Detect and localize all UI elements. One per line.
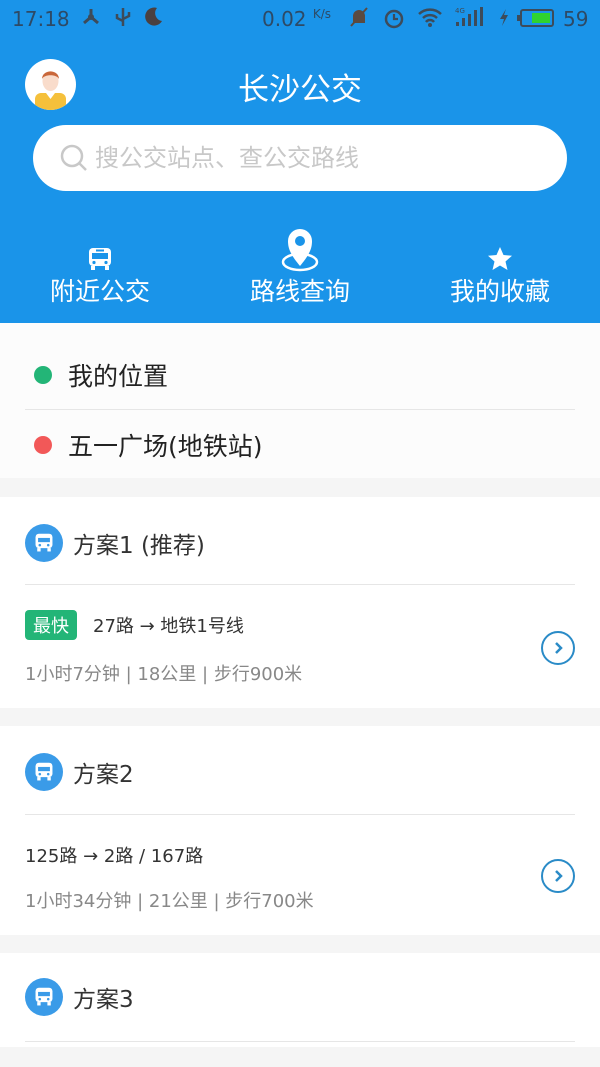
- search-bar[interactable]: [33, 125, 567, 191]
- net-speed: 0.02 K/s: [262, 7, 331, 31]
- end-location[interactable]: 五一广场(地铁站): [34, 425, 263, 465]
- nav-nearby-bus[interactable]: 附近公交: [0, 222, 200, 312]
- plan-title: 方案2: [73, 762, 134, 788]
- plan-meta: 1小时7分钟 | 18公里 | 步行900米: [25, 664, 303, 685]
- nav-route-query[interactable]: 路线查询: [200, 222, 400, 312]
- mute-bell-icon: [348, 6, 370, 33]
- plan-card-1[interactable]: 方案1 (推荐) 最快 27路 → 地铁1号线 1小时7分钟 | 18公里 | …: [0, 497, 600, 708]
- moon-icon: [142, 6, 164, 33]
- plan-route-text: 125路 → 2路 / 167路: [25, 846, 204, 867]
- nav-label: 我的收藏: [449, 277, 550, 306]
- end-dot: [34, 436, 52, 454]
- bus-icon: [25, 753, 63, 791]
- location-card: 我的位置 五一广场(地铁站): [0, 323, 600, 478]
- chevron-right-icon: [555, 870, 563, 882]
- net-speed-unit: K/s: [312, 7, 332, 21]
- plan-header: 方案2: [25, 753, 134, 791]
- plan-header: 方案1 (推荐): [25, 524, 205, 562]
- status-time: 17:18: [12, 7, 70, 31]
- plan-route: 125路 → 2路 / 167路: [25, 842, 203, 868]
- plan-detail-button[interactable]: [541, 631, 575, 665]
- app-header: 17:18 0.02 K/s 4G 59 长沙公交 搜公交站点、查公交路线 附近…: [0, 0, 600, 323]
- star-icon: [400, 222, 600, 272]
- share-nodes-icon: [80, 6, 102, 33]
- plan-title: 方案1 (推荐): [73, 533, 205, 559]
- status-bar: 17:18 0.02 K/s 4G 59: [0, 0, 600, 38]
- battery-percent: 59: [563, 7, 589, 31]
- bus-icon: [25, 524, 63, 562]
- plan-header: 方案3: [25, 978, 134, 1016]
- divider: [25, 1041, 575, 1042]
- divider: [25, 584, 575, 585]
- bus-icon: [25, 978, 63, 1016]
- location-pin-icon: [200, 222, 400, 272]
- plan-route-text: 27路 → 地铁1号线: [93, 616, 244, 637]
- wifi-icon: [417, 6, 443, 33]
- app-title: 长沙公交: [238, 72, 362, 108]
- plan-route: 最快 27路 → 地铁1号线: [25, 610, 244, 640]
- nav-favorites[interactable]: 我的收藏: [400, 222, 600, 312]
- net-speed-value: 0.02: [262, 7, 307, 31]
- divider: [25, 409, 575, 410]
- start-location[interactable]: 我的位置: [34, 355, 168, 395]
- end-location-label: 五一广场(地铁站): [68, 432, 263, 461]
- bus-icon: [0, 222, 200, 272]
- svg-text:4G: 4G: [455, 7, 465, 15]
- plan-title: 方案3: [73, 987, 134, 1013]
- start-dot: [34, 366, 52, 384]
- signal-4g-icon: 4G: [455, 6, 485, 33]
- alarm-icon: [382, 6, 406, 35]
- plan-detail-button[interactable]: [541, 859, 575, 893]
- start-location-label: 我的位置: [68, 362, 169, 391]
- plan-card-2[interactable]: 方案2 125路 → 2路 / 167路 1小时34分钟 | 21公里 | 步行…: [0, 726, 600, 935]
- charging-icon: [498, 6, 510, 33]
- search-input[interactable]: [95, 135, 545, 181]
- battery-icon: [517, 9, 554, 27]
- battery-fill: [532, 13, 550, 23]
- chevron-right-icon: [555, 642, 563, 654]
- plan-meta: 1小时34分钟 | 21公里 | 步行700米: [25, 891, 314, 912]
- fastest-tag: 最快: [25, 610, 77, 640]
- divider: [25, 814, 575, 815]
- nav-label: 路线查询: [249, 277, 350, 306]
- plan-card-3[interactable]: 方案3: [0, 953, 600, 1047]
- search-icon: [59, 143, 89, 173]
- usb-icon: [113, 6, 133, 33]
- nav-label: 附近公交: [49, 277, 150, 306]
